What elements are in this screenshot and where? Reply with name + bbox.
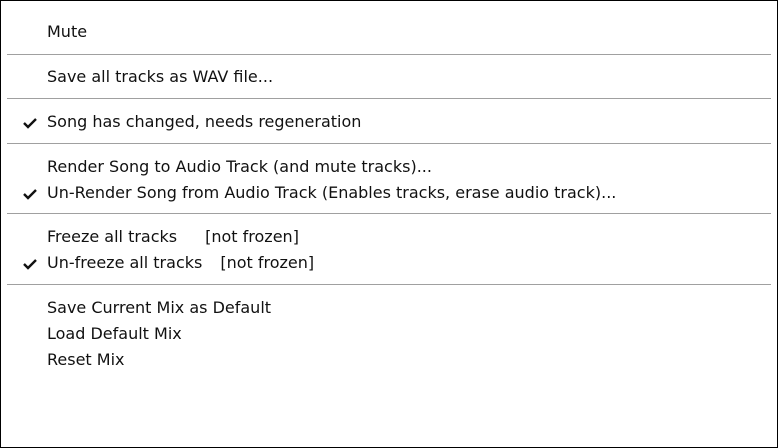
- menu-separator: [7, 54, 771, 56]
- menu-item-render-song[interactable]: Render Song to Audio Track (and mute tra…: [1, 154, 777, 180]
- menu-item-freeze[interactable]: Freeze all tracks [not frozen]: [1, 224, 777, 250]
- menu-item-reset-mix[interactable]: Reset Mix: [1, 347, 777, 373]
- menu-item-save-mix[interactable]: Save Current Mix as Default: [1, 295, 777, 321]
- menu-item-load-mix[interactable]: Load Default Mix: [1, 321, 777, 347]
- menu-item-song-changed[interactable]: Song has changed, needs regeneration: [1, 109, 777, 135]
- menu-item-save-wav[interactable]: Save all tracks as WAV file...: [1, 64, 777, 90]
- menu-item-label: Reset Mix: [47, 350, 125, 369]
- check-icon: [23, 180, 41, 206]
- menu-separator: [7, 143, 771, 145]
- menu-item-unfreeze[interactable]: Un-freeze all tracks [not frozen]: [1, 250, 777, 276]
- menu-item-label: Save Current Mix as Default: [47, 298, 272, 317]
- freeze-status: [not frozen]: [205, 227, 299, 246]
- menu-separator: [7, 213, 771, 215]
- check-icon: [23, 109, 41, 135]
- menu-item-label-group: Un-freeze all tracks [not frozen]: [47, 250, 314, 276]
- menu-item-label: Freeze all tracks: [47, 227, 178, 246]
- menu-item-unrender-song[interactable]: Un-Render Song from Audio Track (Enables…: [1, 180, 777, 206]
- menu-item-label: Load Default Mix: [47, 324, 182, 343]
- check-icon: [23, 250, 41, 276]
- menu-item-label: Song has changed, needs regeneration: [47, 112, 362, 131]
- menu-separator: [7, 98, 771, 100]
- menu-item-label: Render Song to Audio Track (and mute tra…: [47, 157, 432, 176]
- menu-item-label-group: Freeze all tracks [not frozen]: [47, 224, 299, 250]
- menu-separator: [7, 284, 771, 286]
- menu-item-label: Un-Render Song from Audio Track (Enables…: [47, 183, 617, 202]
- context-menu: Mute Save all tracks as WAV file... Song…: [0, 0, 778, 448]
- menu-item-label: Mute: [47, 22, 88, 41]
- menu-item-label: Un-freeze all tracks: [47, 253, 203, 272]
- menu-item-mute[interactable]: Mute: [1, 19, 777, 45]
- menu-item-label: Save all tracks as WAV file...: [47, 67, 274, 86]
- unfreeze-status: [not frozen]: [220, 253, 315, 272]
